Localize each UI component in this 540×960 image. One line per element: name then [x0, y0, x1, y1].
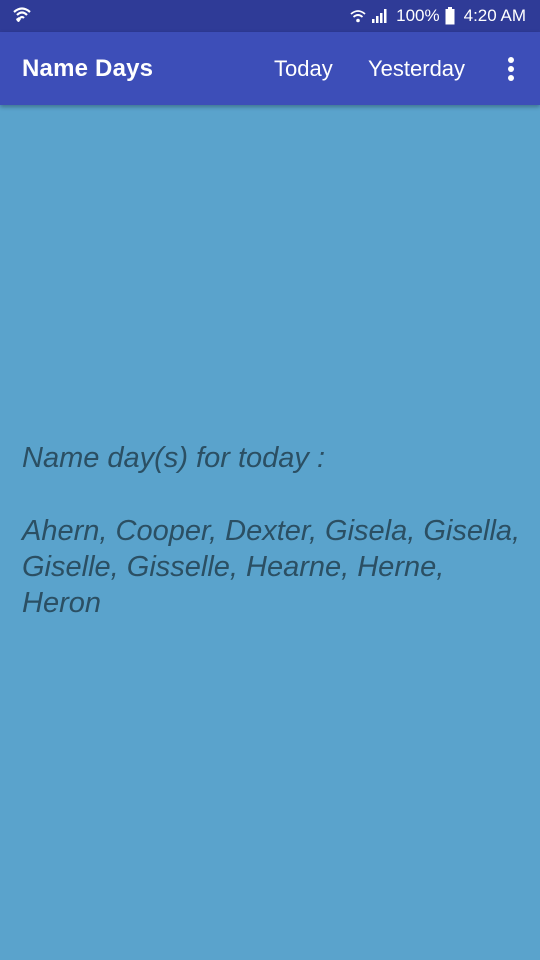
more-vert-icon[interactable] — [500, 54, 522, 84]
yesterday-button[interactable]: Yesterday — [368, 32, 465, 105]
battery-icon — [445, 7, 455, 25]
wifi-icon — [350, 8, 366, 24]
clock: 4:20 AM — [463, 6, 526, 25]
today-button[interactable]: Today — [274, 32, 333, 105]
name-days-content: Name day(s) for today : Ahern, Cooper, D… — [22, 440, 522, 621]
signal-icon — [371, 8, 389, 24]
name-days-list: Ahern, Cooper, Dexter, Gisela, Gisella, … — [22, 515, 521, 619]
name-days-heading: Name day(s) for today : — [22, 442, 325, 474]
app-bar: Name Days Today Yesterday — [0, 32, 540, 105]
battery-percentage: 100% — [396, 6, 440, 25]
app-title: Name Days — [22, 54, 154, 82]
status-icons: 100% 4:20 AM — [350, 0, 526, 32]
status-bar: 100% 4:20 AM — [0, 0, 540, 32]
wifi-calling-icon — [12, 5, 32, 30]
